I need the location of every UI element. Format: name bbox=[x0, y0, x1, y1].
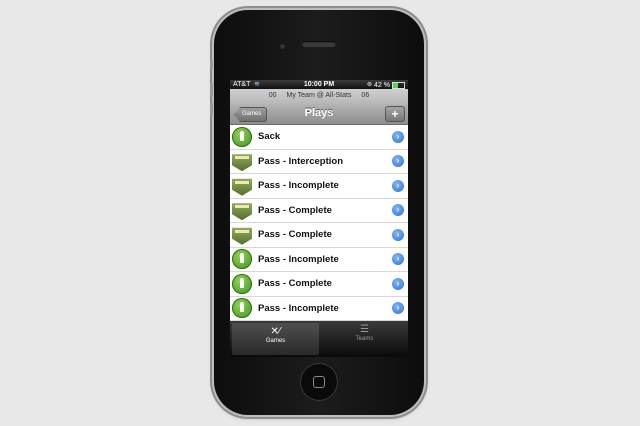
list-item[interactable]: Pass - Complete › bbox=[230, 272, 408, 297]
navigation-bar: Games Plays + bbox=[230, 103, 408, 125]
tab-label: Teams bbox=[355, 336, 374, 342]
ball-icon bbox=[232, 273, 252, 294]
list-item[interactable]: Pass - Interception › bbox=[230, 150, 408, 174]
battery-fill bbox=[393, 83, 398, 88]
home-square-icon bbox=[313, 376, 325, 388]
ball-icon bbox=[232, 298, 252, 319]
games-icon: ✕⁄ bbox=[270, 326, 281, 337]
battery-icon bbox=[392, 82, 405, 89]
play-label: Pass - Incomplete bbox=[258, 180, 339, 192]
detail-disclosure-icon[interactable]: › bbox=[392, 130, 404, 143]
play-label: Pass - Complete bbox=[258, 229, 332, 241]
play-label: Pass - Interception bbox=[258, 155, 343, 167]
list-item[interactable]: Pass - Incomplete › bbox=[230, 297, 408, 321]
mute-switch bbox=[210, 60, 213, 69]
detail-disclosure-icon[interactable]: › bbox=[392, 277, 404, 290]
add-play-button[interactable]: + bbox=[385, 106, 405, 122]
iphone-frame: AT&T ≋ 10:00 PM ⊚ 42 % 00 My Team @ All-… bbox=[210, 10, 424, 415]
play-label: Pass - Incomplete bbox=[258, 253, 339, 265]
matchup-label: My Team @ All-Stats bbox=[286, 92, 352, 99]
list-item[interactable]: Pass - Incomplete › bbox=[230, 174, 408, 199]
play-label: Pass - Incomplete bbox=[258, 302, 339, 314]
list-item[interactable]: Pass - Complete › bbox=[230, 199, 408, 223]
plays-list: Sack › Pass - Interception › Pass - Incomple… bbox=[230, 125, 408, 321]
detail-disclosure-icon[interactable]: › bbox=[392, 204, 404, 217]
away-badge-icon bbox=[232, 203, 252, 221]
away-badge-icon bbox=[232, 178, 252, 196]
detail-disclosure-icon[interactable]: › bbox=[392, 302, 404, 315]
page-title: Plays bbox=[304, 107, 334, 119]
ball-icon bbox=[232, 126, 252, 147]
away-score: 06 bbox=[361, 92, 370, 99]
home-button[interactable] bbox=[300, 363, 338, 401]
status-bar: AT&T ≋ 10:00 PM ⊚ 42 % bbox=[230, 80, 408, 89]
earpiece-speaker bbox=[302, 41, 336, 47]
tab-label: Games bbox=[265, 338, 286, 344]
play-label: Pass - Complete bbox=[258, 278, 332, 290]
tab-bar: ✕⁄ Games ☰ Teams bbox=[230, 321, 408, 357]
phone-screen: AT&T ≋ 10:00 PM ⊚ 42 % 00 My Team @ All-… bbox=[230, 80, 408, 357]
volume-down-button bbox=[210, 102, 213, 116]
list-item[interactable]: Pass - Incomplete › bbox=[230, 248, 408, 272]
play-label: Pass - Complete bbox=[258, 204, 332, 216]
away-badge-icon bbox=[232, 154, 252, 172]
front-camera bbox=[280, 44, 285, 49]
ball-icon bbox=[232, 249, 252, 270]
teams-icon: ☰ bbox=[360, 324, 369, 335]
play-label: Sack bbox=[258, 131, 281, 143]
list-item[interactable]: Sack › bbox=[230, 125, 408, 150]
tab-games[interactable]: ✕⁄ Games bbox=[232, 323, 319, 355]
away-badge-icon bbox=[232, 227, 252, 245]
detail-disclosure-icon[interactable]: › bbox=[392, 155, 404, 168]
detail-disclosure-icon[interactable]: › bbox=[392, 228, 404, 241]
detail-disclosure-icon[interactable]: › bbox=[392, 253, 404, 266]
tab-teams[interactable]: ☰ Teams bbox=[321, 321, 408, 357]
volume-up-button bbox=[210, 82, 213, 96]
home-score: 00 bbox=[268, 92, 277, 99]
list-item[interactable]: Pass - Complete › bbox=[230, 223, 408, 248]
detail-disclosure-icon[interactable]: › bbox=[392, 179, 404, 192]
scoreboard: 00 My Team @ All-Stats 06 bbox=[230, 89, 408, 103]
